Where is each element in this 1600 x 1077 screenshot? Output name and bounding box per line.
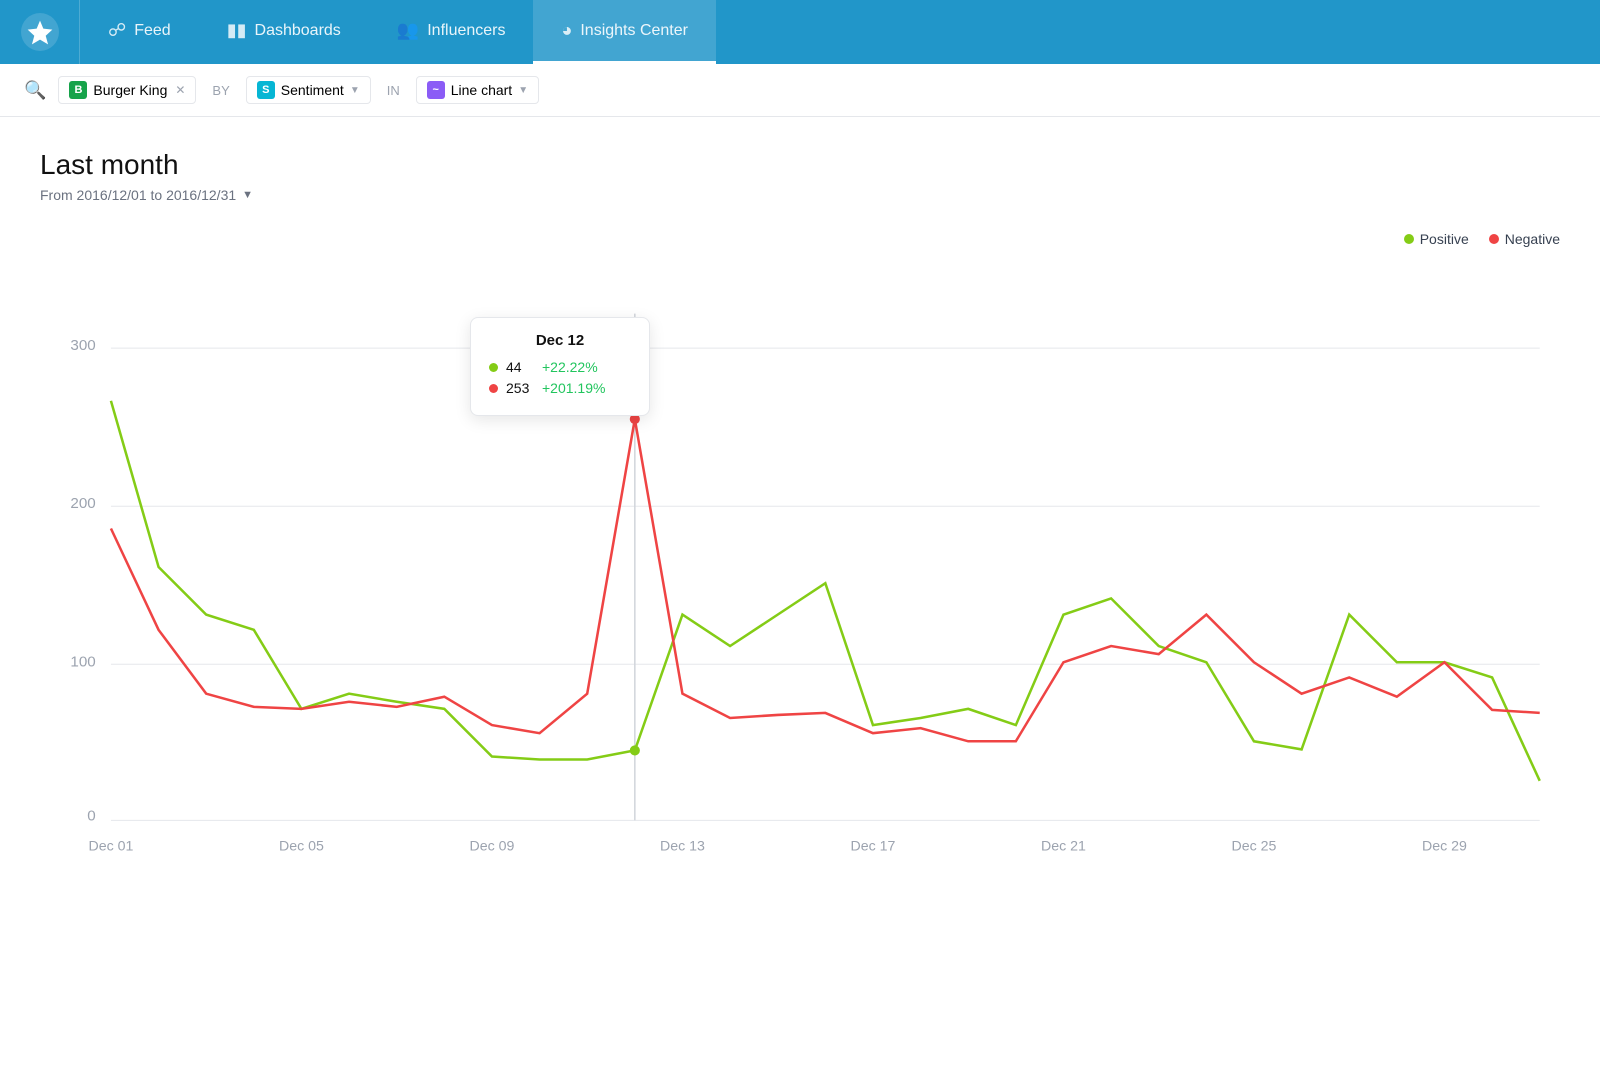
chart-title: Last month: [40, 149, 1560, 181]
chart-type-label: Line chart: [451, 82, 512, 98]
chart-type-icon: ~: [427, 81, 445, 99]
negative-dot: [1489, 234, 1499, 244]
svg-text:Dec 21: Dec 21: [1041, 839, 1086, 855]
chart-legend: Positive Negative: [40, 231, 1560, 247]
nav-item-dashboards[interactable]: ▮▮ Dashboards: [199, 0, 369, 64]
burger-king-tag-icon: B: [69, 81, 87, 99]
legend-negative-label: Negative: [1505, 231, 1560, 247]
sentiment-label: Sentiment: [281, 82, 344, 98]
svg-text:0: 0: [87, 807, 95, 824]
date-range-chevron-icon: ▼: [242, 189, 253, 201]
by-separator: BY: [208, 83, 233, 98]
in-separator: IN: [383, 83, 404, 98]
svg-text:Dec 25: Dec 25: [1232, 839, 1277, 855]
sentiment-icon: S: [257, 81, 275, 99]
svg-text:Dec 01: Dec 01: [88, 839, 133, 855]
svg-text:Dec 05: Dec 05: [279, 839, 324, 855]
chart-container: 300 200 100 0 Dec 01 Dec 05 Dec 09 Dec 1…: [40, 257, 1560, 877]
line-chart-svg: 300 200 100 0 Dec 01 Dec 05 Dec 09 Dec 1…: [40, 257, 1560, 877]
burger-king-tag-close[interactable]: ✕: [175, 83, 185, 97]
burger-king-tag-label: Burger King: [93, 82, 167, 98]
legend-positive-label: Positive: [1420, 231, 1469, 247]
svg-text:Dec 09: Dec 09: [469, 839, 514, 855]
chart-date-range: From 2016/12/01 to 2016/12/31: [40, 187, 236, 203]
sentiment-dropdown[interactable]: S Sentiment ▼: [246, 76, 371, 104]
nav-item-feed-label: Feed: [134, 22, 170, 40]
feed-icon: ☍: [108, 20, 126, 41]
chart-type-chevron-icon: ▼: [518, 85, 528, 96]
main-content: Last month From 2016/12/01 to 2016/12/31…: [0, 117, 1600, 909]
logo[interactable]: [0, 0, 80, 64]
search-icon: 🔍: [24, 80, 46, 101]
insights-icon: ◕: [561, 20, 572, 41]
nav-items: ☍ Feed ▮▮ Dashboards 👥 Influencers ◕ Ins…: [80, 0, 716, 64]
chart-subtitle[interactable]: From 2016/12/01 to 2016/12/31 ▼: [40, 187, 1560, 203]
chart-type-dropdown[interactable]: ~ Line chart ▼: [416, 76, 539, 104]
svg-text:300: 300: [70, 337, 95, 354]
sentiment-chevron-icon: ▼: [350, 85, 360, 96]
svg-text:Dec 17: Dec 17: [851, 839, 896, 855]
svg-text:Dec 29: Dec 29: [1422, 839, 1467, 855]
svg-text:200: 200: [70, 495, 95, 512]
svg-text:100: 100: [70, 653, 95, 670]
top-navigation: ☍ Feed ▮▮ Dashboards 👥 Influencers ◕ Ins…: [0, 0, 1600, 64]
positive-dot: [1404, 234, 1414, 244]
nav-item-influencers[interactable]: 👥 Influencers: [369, 0, 534, 64]
legend-positive: Positive: [1404, 231, 1469, 247]
nav-item-dashboards-label: Dashboards: [255, 22, 341, 40]
influencers-icon: 👥: [397, 20, 419, 41]
burger-king-tag[interactable]: B Burger King ✕: [58, 76, 196, 104]
nav-item-insights[interactable]: ◕ Insights Center: [533, 0, 715, 64]
legend-negative: Negative: [1489, 231, 1560, 247]
nav-item-feed[interactable]: ☍ Feed: [80, 0, 199, 64]
filter-bar: 🔍 B Burger King ✕ BY S Sentiment ▼ IN ~ …: [0, 64, 1600, 117]
svg-text:Dec 13: Dec 13: [660, 839, 705, 855]
dashboards-icon: ▮▮: [227, 20, 247, 41]
nav-item-insights-label: Insights Center: [580, 22, 688, 40]
logo-icon: [21, 13, 59, 51]
nav-item-influencers-label: Influencers: [427, 22, 505, 40]
